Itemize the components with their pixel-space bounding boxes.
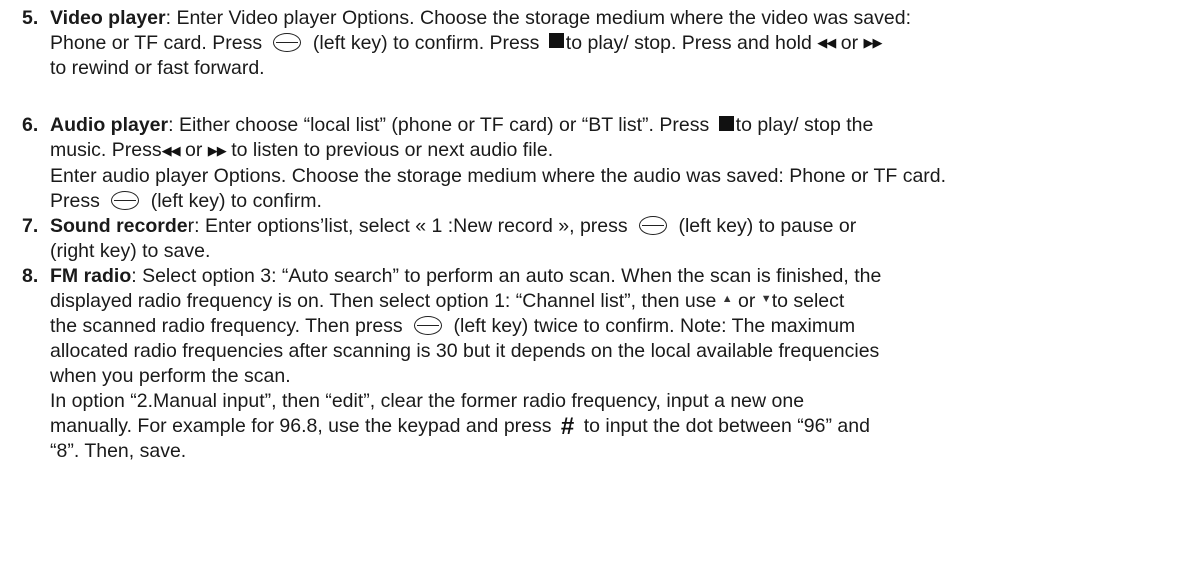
list-item-fm-radio: 8. FM radio: Select option 3: “Auto sear…: [0, 264, 1192, 465]
item-term: Video player: [50, 7, 166, 29]
oval-key-icon: [414, 316, 443, 336]
item-term: Sound recorde: [50, 214, 188, 237]
item-text: or: [738, 289, 756, 312]
rewind-icon: ◀◀: [817, 35, 836, 51]
item-text: Enter audio player Options. Choose the s…: [50, 164, 947, 187]
item-text: to rewind or fast forward.: [50, 57, 265, 80]
item-number: 8.: [22, 264, 39, 287]
item-text: to listen to previous or next audio file…: [231, 139, 554, 162]
item-text: Phone or TF card. Press: [50, 32, 263, 54]
list-item-video-player: 5. Video player: Enter Video player Opti…: [0, 6, 1192, 81]
oval-key-icon: [639, 216, 668, 236]
item-text: or: [185, 139, 203, 162]
item-text: (left key) twice to confirm. Note: The m…: [453, 315, 856, 338]
item-text: to input the dot between “96” and: [583, 415, 870, 438]
item-text: : Enter Video player Options. Choose the…: [165, 7, 912, 29]
item-text: to play/ stop the: [735, 114, 874, 137]
down-arrow-icon: ▼: [760, 293, 772, 306]
item-number: 6.: [22, 114, 39, 137]
list-item-audio-player: 6. Audio player: Either choose “local li…: [0, 113, 1192, 213]
item-text: the scanned radio frequency. Then press: [50, 315, 403, 338]
item-text: allocated radio frequencies after scanni…: [50, 340, 880, 363]
item-text: : Enter options’list, select « 1 :New re…: [194, 214, 628, 237]
item-text: “8”. Then, save.: [50, 440, 187, 463]
item-term: FM radio: [50, 264, 132, 287]
document-page: 5. Video player: Enter Video player Opti…: [0, 0, 1192, 464]
fast-forward-icon: ▶▶: [207, 142, 227, 158]
item-text: : Select option 3: “Auto search” to perf…: [131, 264, 882, 287]
item-text: In option “2.Manual input”, then “edit”,…: [50, 390, 805, 413]
item-text: when you perform the scan.: [50, 365, 291, 388]
item-term: Audio player: [50, 114, 169, 137]
rewind-icon: ◀◀: [161, 142, 181, 158]
stop-square-icon: [718, 115, 734, 131]
item-text: to play/ stop. Press and hold: [565, 32, 812, 54]
item-number: 7.: [22, 214, 39, 237]
hash-icon: #: [560, 413, 575, 441]
up-arrow-icon: ▲: [721, 293, 733, 306]
stop-square-icon: [548, 33, 564, 49]
item-number: 5.: [22, 7, 39, 29]
item-text: (left key) to confirm. Press: [312, 32, 540, 54]
list-item-sound-recorder: 7. Sound recorder: Enter options’list, s…: [0, 214, 1192, 264]
item-text: Press: [50, 189, 100, 212]
item-text: music. Press: [50, 139, 162, 162]
item-text: manually. For example for 96.8, use the …: [50, 415, 552, 438]
oval-key-icon: [273, 33, 302, 53]
item-text: or: [840, 32, 859, 54]
item-text: : Either choose “local list” (phone or T…: [168, 114, 710, 137]
item-text: to select: [771, 289, 845, 312]
oval-key-icon: [111, 191, 140, 211]
item-text: (right key) to save.: [50, 239, 211, 262]
item-text: displayed radio frequency is on. Then se…: [50, 289, 717, 312]
fast-forward-icon: ▶▶: [863, 35, 882, 51]
item-text: (left key) to confirm.: [150, 189, 322, 212]
item-text: (left key) to pause or: [678, 214, 857, 237]
